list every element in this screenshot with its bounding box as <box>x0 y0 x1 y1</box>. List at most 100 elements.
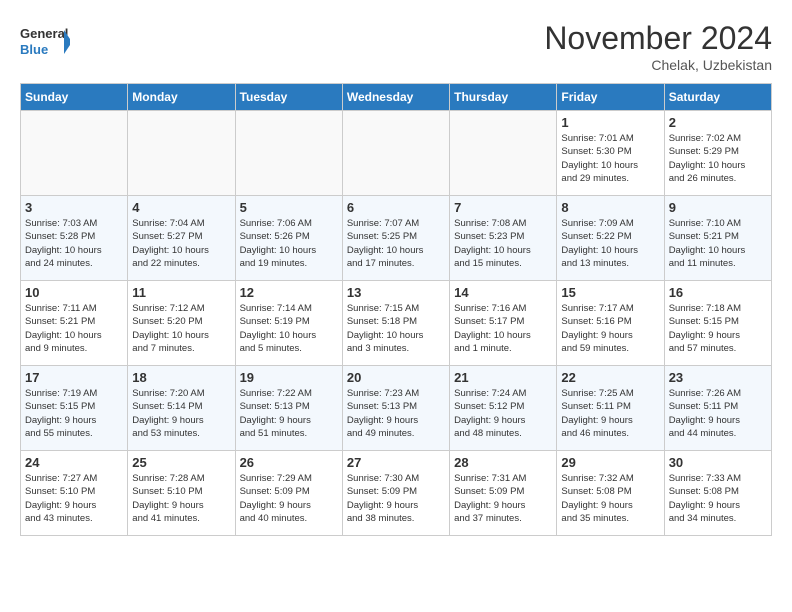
weekday-header-tuesday: Tuesday <box>235 84 342 111</box>
week-row-1: 1Sunrise: 7:01 AM Sunset: 5:30 PM Daylig… <box>21 111 772 196</box>
calendar-cell: 29 Sunrise: 7:32 AM Sunset: 5:08 PM Dayli… <box>557 451 664 536</box>
calendar-cell: 18 Sunrise: 7:20 AM Sunset: 5:14 PM Dayli… <box>128 366 235 451</box>
calendar-cell: 26Sunrise: 7:29 AM Sunset: 5:09 PM Dayli… <box>235 451 342 536</box>
day-info: Sunrise: 7:25 AM Sunset: 5:11 PM Dayligh… <box>561 387 659 440</box>
calendar-cell: 3Sunrise: 7:03 AM Sunset: 5:28 PM Daylig… <box>21 196 128 281</box>
day-number: 30 <box>669 455 767 470</box>
day-info: Sunrise: 7:10 AM Sunset: 5:21 PM Dayligh… <box>669 217 767 270</box>
calendar-cell: 20 Sunrise: 7:23 AM Sunset: 5:13 PM Dayli… <box>342 366 449 451</box>
day-info: Sunrise: 7:18 AM Sunset: 5:15 PM Dayligh… <box>669 302 767 355</box>
weekday-header-friday: Friday <box>557 84 664 111</box>
calendar-cell: 13Sunrise: 7:15 AM Sunset: 5:18 PM Dayli… <box>342 281 449 366</box>
calendar-table: SundayMondayTuesdayWednesdayThursdayFrid… <box>20 83 772 536</box>
weekday-header-sunday: Sunday <box>21 84 128 111</box>
day-number: 2 <box>669 115 767 130</box>
week-row-4: 17 Sunrise: 7:19 AM Sunset: 5:15 PM Dayli… <box>21 366 772 451</box>
day-number: 20 <box>347 370 445 385</box>
day-number: 5 <box>240 200 338 215</box>
calendar-cell: 10Sunrise: 7:11 AM Sunset: 5:21 PM Dayli… <box>21 281 128 366</box>
day-number: 18 <box>132 370 230 385</box>
calendar-cell: 30 Sunrise: 7:33 AM Sunset: 5:08 PM Dayli… <box>664 451 771 536</box>
weekday-header-row: SundayMondayTuesdayWednesdayThursdayFrid… <box>21 84 772 111</box>
month-title: November 2024 <box>544 20 772 57</box>
day-info: Sunrise: 7:06 AM Sunset: 5:26 PM Dayligh… <box>240 217 338 270</box>
day-info: Sunrise: 7:20 AM Sunset: 5:14 PM Dayligh… <box>132 387 230 440</box>
page-header: General Blue November 2024 Chelak, Uzbek… <box>20 20 772 73</box>
location: Chelak, Uzbekistan <box>544 57 772 73</box>
week-row-2: 3Sunrise: 7:03 AM Sunset: 5:28 PM Daylig… <box>21 196 772 281</box>
week-row-5: 24Sunrise: 7:27 AM Sunset: 5:10 PM Dayli… <box>21 451 772 536</box>
day-number: 9 <box>669 200 767 215</box>
calendar-cell: 16 Sunrise: 7:18 AM Sunset: 5:15 PM Dayli… <box>664 281 771 366</box>
day-number: 8 <box>561 200 659 215</box>
day-info: Sunrise: 7:02 AM Sunset: 5:29 PM Dayligh… <box>669 132 767 185</box>
svg-text:General: General <box>20 26 68 41</box>
svg-text:Blue: Blue <box>20 42 48 57</box>
calendar-cell <box>342 111 449 196</box>
calendar-cell <box>235 111 342 196</box>
day-number: 22 <box>561 370 659 385</box>
calendar-cell: 9 Sunrise: 7:10 AM Sunset: 5:21 PM Daylig… <box>664 196 771 281</box>
day-info: Sunrise: 7:03 AM Sunset: 5:28 PM Dayligh… <box>25 217 123 270</box>
calendar-cell: 2 Sunrise: 7:02 AM Sunset: 5:29 PM Daylig… <box>664 111 771 196</box>
day-number: 29 <box>561 455 659 470</box>
calendar-cell: 14 Sunrise: 7:16 AM Sunset: 5:17 PM Dayli… <box>450 281 557 366</box>
day-info: Sunrise: 7:29 AM Sunset: 5:09 PM Dayligh… <box>240 472 338 525</box>
day-info: Sunrise: 7:23 AM Sunset: 5:13 PM Dayligh… <box>347 387 445 440</box>
day-number: 16 <box>669 285 767 300</box>
day-info: Sunrise: 7:16 AM Sunset: 5:17 PM Dayligh… <box>454 302 552 355</box>
day-number: 12 <box>240 285 338 300</box>
day-info: Sunrise: 7:28 AM Sunset: 5:10 PM Dayligh… <box>132 472 230 525</box>
title-area: November 2024 Chelak, Uzbekistan <box>544 20 772 73</box>
calendar-cell: 11 Sunrise: 7:12 AM Sunset: 5:20 PM Dayli… <box>128 281 235 366</box>
day-info: Sunrise: 7:12 AM Sunset: 5:20 PM Dayligh… <box>132 302 230 355</box>
calendar-cell: 4 Sunrise: 7:04 AM Sunset: 5:27 PM Daylig… <box>128 196 235 281</box>
calendar-cell: 19Sunrise: 7:22 AM Sunset: 5:13 PM Dayli… <box>235 366 342 451</box>
calendar-cell: 12 Sunrise: 7:14 AM Sunset: 5:19 PM Dayli… <box>235 281 342 366</box>
calendar-cell <box>450 111 557 196</box>
day-info: Sunrise: 7:32 AM Sunset: 5:08 PM Dayligh… <box>561 472 659 525</box>
day-info: Sunrise: 7:19 AM Sunset: 5:15 PM Dayligh… <box>25 387 123 440</box>
day-info: Sunrise: 7:04 AM Sunset: 5:27 PM Dayligh… <box>132 217 230 270</box>
day-info: Sunrise: 7:31 AM Sunset: 5:09 PM Dayligh… <box>454 472 552 525</box>
day-info: Sunrise: 7:30 AM Sunset: 5:09 PM Dayligh… <box>347 472 445 525</box>
day-info: Sunrise: 7:33 AM Sunset: 5:08 PM Dayligh… <box>669 472 767 525</box>
day-number: 6 <box>347 200 445 215</box>
calendar-cell: 5 Sunrise: 7:06 AM Sunset: 5:26 PM Daylig… <box>235 196 342 281</box>
day-number: 15 <box>561 285 659 300</box>
day-number: 17 <box>25 370 123 385</box>
calendar-cell: 27 Sunrise: 7:30 AM Sunset: 5:09 PM Dayli… <box>342 451 449 536</box>
calendar-cell: 23Sunrise: 7:26 AM Sunset: 5:11 PM Dayli… <box>664 366 771 451</box>
calendar-cell: 21 Sunrise: 7:24 AM Sunset: 5:12 PM Dayli… <box>450 366 557 451</box>
week-row-3: 10Sunrise: 7:11 AM Sunset: 5:21 PM Dayli… <box>21 281 772 366</box>
day-number: 28 <box>454 455 552 470</box>
day-info: Sunrise: 7:11 AM Sunset: 5:21 PM Dayligh… <box>25 302 123 355</box>
weekday-header-wednesday: Wednesday <box>342 84 449 111</box>
calendar-cell <box>21 111 128 196</box>
weekday-header-monday: Monday <box>128 84 235 111</box>
day-number: 11 <box>132 285 230 300</box>
day-info: Sunrise: 7:07 AM Sunset: 5:25 PM Dayligh… <box>347 217 445 270</box>
logo: General Blue <box>20 20 70 64</box>
calendar-cell: 15Sunrise: 7:17 AM Sunset: 5:16 PM Dayli… <box>557 281 664 366</box>
calendar-cell: 8Sunrise: 7:09 AM Sunset: 5:22 PM Daylig… <box>557 196 664 281</box>
day-number: 14 <box>454 285 552 300</box>
day-info: Sunrise: 7:01 AM Sunset: 5:30 PM Dayligh… <box>561 132 659 185</box>
calendar-cell: 28 Sunrise: 7:31 AM Sunset: 5:09 PM Dayli… <box>450 451 557 536</box>
day-number: 21 <box>454 370 552 385</box>
day-info: Sunrise: 7:08 AM Sunset: 5:23 PM Dayligh… <box>454 217 552 270</box>
day-number: 23 <box>669 370 767 385</box>
weekday-header-saturday: Saturday <box>664 84 771 111</box>
day-number: 4 <box>132 200 230 215</box>
calendar-cell: 7Sunrise: 7:08 AM Sunset: 5:23 PM Daylig… <box>450 196 557 281</box>
day-info: Sunrise: 7:22 AM Sunset: 5:13 PM Dayligh… <box>240 387 338 440</box>
day-info: Sunrise: 7:24 AM Sunset: 5:12 PM Dayligh… <box>454 387 552 440</box>
calendar-cell: 17 Sunrise: 7:19 AM Sunset: 5:15 PM Dayli… <box>21 366 128 451</box>
day-info: Sunrise: 7:15 AM Sunset: 5:18 PM Dayligh… <box>347 302 445 355</box>
calendar-cell: 1Sunrise: 7:01 AM Sunset: 5:30 PM Daylig… <box>557 111 664 196</box>
day-number: 25 <box>132 455 230 470</box>
calendar-cell: 25 Sunrise: 7:28 AM Sunset: 5:10 PM Dayli… <box>128 451 235 536</box>
calendar-cell: 24Sunrise: 7:27 AM Sunset: 5:10 PM Dayli… <box>21 451 128 536</box>
day-info: Sunrise: 7:14 AM Sunset: 5:19 PM Dayligh… <box>240 302 338 355</box>
day-number: 27 <box>347 455 445 470</box>
